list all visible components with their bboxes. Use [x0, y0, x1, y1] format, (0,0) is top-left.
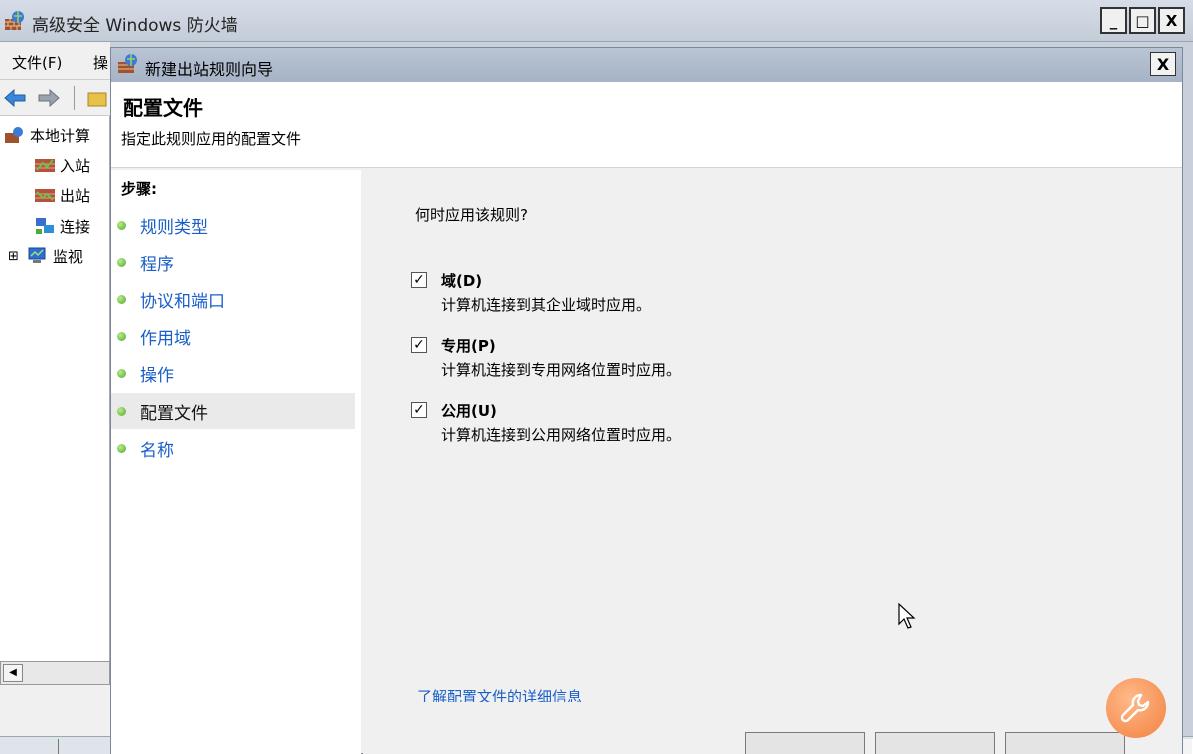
- public-checkbox[interactable]: ✓: [411, 402, 427, 418]
- tree-horizontal-scrollbar[interactable]: ◀: [0, 661, 110, 685]
- domain-checkbox[interactable]: ✓: [411, 272, 427, 288]
- step-bullet-icon: [117, 406, 126, 416]
- menu-file[interactable]: 文件(F): [12, 52, 62, 73]
- main-window-titlebar[interactable]: 高级安全 Windows 防火墙 _ □ X: [0, 0, 1193, 42]
- step-label: 配置文件: [140, 403, 208, 424]
- back-button[interactable]: [745, 732, 865, 754]
- tree-item-label: 连接: [60, 217, 91, 236]
- tree-item-label: 本地计算: [30, 126, 91, 145]
- step-rule-type[interactable]: 规则类型: [111, 207, 355, 243]
- firewall-icon: [5, 127, 23, 143]
- firewall-icon: [5, 11, 24, 30]
- next-button[interactable]: [875, 732, 995, 754]
- step-bullet-icon: [117, 443, 126, 453]
- mouse-pointer-icon: [898, 603, 916, 629]
- outbound-rules-icon: [35, 189, 55, 202]
- wizard-content: 何时应用该规则? ✓ 域(D) 计算机连接到其企业域时应用。 ✓ 专用(P) 计…: [363, 170, 1182, 754]
- monitoring-icon: [28, 247, 46, 263]
- connection-security-icon: [36, 218, 54, 234]
- step-bullet-icon: [117, 331, 126, 341]
- menu-bar: 文件(F) 操: [0, 42, 110, 80]
- step-name[interactable]: 名称: [111, 430, 355, 466]
- private-checkbox[interactable]: ✓: [411, 337, 427, 353]
- step-label: 规则类型: [140, 217, 208, 238]
- step-protocol-ports[interactable]: 协议和端口: [111, 281, 355, 317]
- firewall-icon: [118, 54, 137, 73]
- public-label[interactable]: 公用(U): [441, 400, 497, 421]
- step-bullet-icon: [117, 368, 126, 378]
- domain-label[interactable]: 域(D): [441, 270, 482, 291]
- tree-item-label: 入站: [60, 156, 91, 175]
- new-outbound-rule-wizard: 新建出站规则向导 X 配置文件 指定此规则应用的配置文件 步骤: 规则类型 程序…: [110, 47, 1183, 754]
- forward-arrow-icon[interactable]: [38, 89, 60, 107]
- scroll-left-arrow-icon[interactable]: ◀: [3, 664, 23, 682]
- page-title: 配置文件: [123, 96, 203, 120]
- inbound-rules-icon: [35, 159, 55, 172]
- tree-item-inbound[interactable]: 入站: [34, 153, 90, 177]
- step-program[interactable]: 程序: [111, 244, 355, 280]
- page-subtitle: 指定此规则应用的配置文件: [121, 130, 302, 148]
- tree-item-label: 监视: [52, 247, 83, 266]
- minimize-button[interactable]: _: [1100, 7, 1127, 34]
- tree-expander-icon[interactable]: ⊞: [8, 249, 19, 264]
- step-label: 名称: [140, 440, 174, 461]
- domain-description: 计算机连接到其企业域时应用。: [441, 296, 652, 314]
- wizard-header: 配置文件 指定此规则应用的配置文件: [111, 82, 1182, 168]
- profile-question: 何时应用该规则?: [415, 206, 528, 224]
- tree-item-label: 出站: [60, 186, 91, 205]
- step-profile[interactable]: 配置文件: [111, 393, 355, 429]
- wrench-icon: [1120, 693, 1150, 723]
- step-label: 操作: [140, 365, 174, 386]
- maximize-button[interactable]: □: [1129, 7, 1156, 34]
- folder-up-icon[interactable]: [86, 88, 108, 108]
- learn-more-profiles-link[interactable]: 了解配置文件的详细信息: [417, 686, 582, 702]
- wizard-close-button[interactable]: X: [1150, 52, 1176, 76]
- step-bullet-icon: [117, 294, 126, 304]
- steps-title: 步骤:: [121, 180, 157, 198]
- private-label[interactable]: 专用(P): [441, 335, 496, 356]
- tree-item-outbound[interactable]: 出站: [34, 183, 90, 207]
- back-arrow-icon[interactable]: [4, 89, 26, 107]
- floating-tool-button[interactable]: [1106, 678, 1166, 738]
- close-button[interactable]: X: [1158, 7, 1185, 34]
- public-description: 计算机连接到公用网络位置时应用。: [441, 426, 682, 444]
- step-label: 协议和端口: [140, 291, 225, 312]
- wizard-title: 新建出站规则向导: [145, 60, 274, 79]
- step-bullet-icon: [117, 220, 126, 230]
- private-description: 计算机连接到专用网络位置时应用。: [441, 361, 682, 379]
- tree-item-connection-security[interactable]: 连接: [34, 214, 90, 238]
- tree-item-local-computer[interactable]: 本地计算: [4, 123, 90, 147]
- tree-item-monitoring[interactable]: ⊞ 监视: [8, 244, 83, 268]
- wizard-titlebar[interactable]: 新建出站规则向导 X: [111, 48, 1182, 82]
- console-tree: 本地计算 入站 出站 连接 ⊞ 监视: [0, 116, 110, 661]
- step-scope[interactable]: 作用域: [111, 318, 355, 354]
- step-action[interactable]: 操作: [111, 355, 355, 391]
- toolbar: [0, 80, 110, 116]
- step-bullet-icon: [117, 257, 126, 267]
- wizard-steps-panel: 步骤: 规则类型 程序 协议和端口 作用域 操作 配置文件 名称: [111, 170, 361, 754]
- main-window-title: 高级安全 Windows 防火墙: [32, 16, 238, 36]
- step-label: 程序: [140, 254, 174, 275]
- cancel-button[interactable]: [1005, 732, 1125, 754]
- menu-action[interactable]: 操: [93, 52, 108, 73]
- toolbar-separator: [74, 86, 75, 110]
- step-label: 作用域: [140, 328, 191, 349]
